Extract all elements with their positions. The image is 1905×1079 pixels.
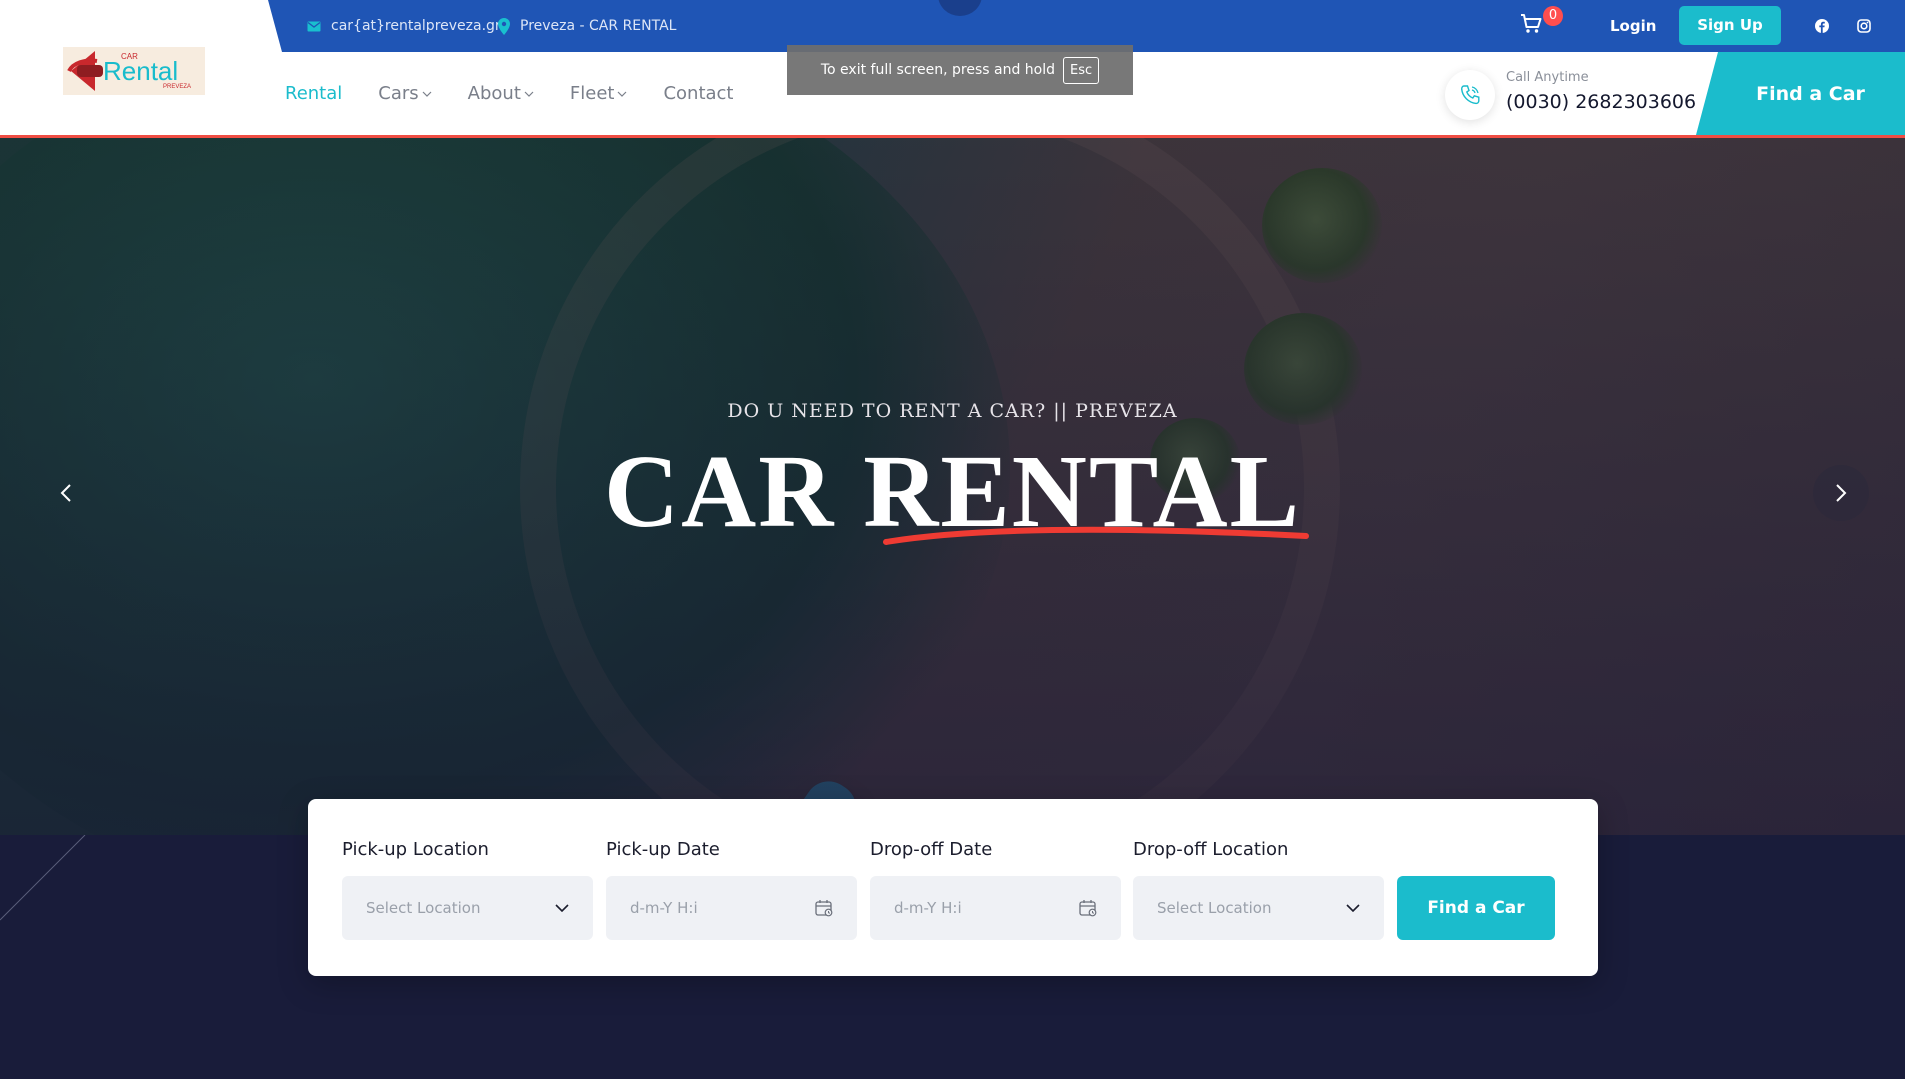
signup-button[interactable]: Sign Up <box>1679 6 1781 45</box>
calendar-icon <box>815 900 833 917</box>
dropoff-location-label: Drop-off Location <box>1133 839 1289 860</box>
pickup-location-select[interactable]: Select Location <box>342 876 593 940</box>
nav-item-fleet[interactable]: Fleet <box>570 83 628 104</box>
phone-icon <box>1460 85 1480 105</box>
dropoff-date-label: Drop-off Date <box>870 839 993 860</box>
calendar-icon <box>1079 900 1097 917</box>
instagram-icon <box>1857 19 1871 33</box>
instagram-link[interactable] <box>1853 15 1875 37</box>
chevron-down-icon <box>524 91 534 97</box>
nav-item-rental[interactable]: Rental <box>285 83 342 104</box>
esc-key-badge: Esc <box>1063 56 1100 84</box>
topbar-email-text: car{at}rentalpreveza.gr <box>331 18 501 34</box>
topbar-email[interactable]: car{at}rentalpreveza.gr <box>307 0 501 52</box>
decorative-line <box>0 835 86 921</box>
topbar-location-text: Preveza - CAR RENTAL <box>520 18 677 34</box>
call-phone-number[interactable]: (0030) 2682303606 <box>1506 91 1696 113</box>
dropoff-date-placeholder: d-m-Y H:i <box>894 899 962 917</box>
chevron-down-icon <box>1346 904 1360 912</box>
topbar-location[interactable]: Preveza - CAR RENTAL <box>498 0 676 52</box>
chevron-down-icon <box>555 904 569 912</box>
login-link[interactable]: Login <box>1610 0 1656 52</box>
hero-subtitle: DO U NEED TO RENT A CAR? || PREVEZA <box>727 400 1178 422</box>
pickup-location-label: Pick-up Location <box>342 839 489 860</box>
dropoff-date-input[interactable]: d-m-Y H:i <box>870 876 1121 940</box>
logo-backdrop <box>0 0 282 52</box>
find-car-submit-button[interactable]: Find a Car <box>1397 876 1555 940</box>
site-logo[interactable]: CAR Rental PREVEZA <box>63 47 205 95</box>
nav-item-label: About <box>467 83 521 104</box>
chevron-down-icon <box>618 91 627 97</box>
nav-item-label: Rental <box>285 83 343 104</box>
nav-item-label: Fleet <box>569 83 615 104</box>
location-pin-icon <box>498 17 510 35</box>
booking-form: Pick-up Location Select Location Pick-up… <box>308 799 1598 976</box>
chevron-down-icon <box>422 91 432 97</box>
cart-count-badge: 0 <box>1543 6 1563 26</box>
nav-item-cars[interactable]: Cars <box>378 83 432 104</box>
header-find-car-button[interactable]: Find a Car <box>1696 52 1905 135</box>
cart-icon <box>1521 14 1542 33</box>
dropoff-location-select[interactable]: Select Location <box>1133 876 1384 940</box>
fullscreen-toast-text: To exit full screen, press and hold <box>820 62 1055 78</box>
svg-text:Rental: Rental <box>103 56 178 86</box>
cart-button[interactable]: 0 <box>1520 6 1563 42</box>
svg-text:PREVEZA: PREVEZA <box>163 84 191 90</box>
call-anytime-label: Call Anytime <box>1506 70 1589 85</box>
nav-item-about[interactable]: About <box>468 83 534 104</box>
facebook-link[interactable] <box>1811 15 1833 37</box>
fullscreen-exit-toast: To exit full screen, press and hold Esc <box>787 45 1133 95</box>
pickup-date-placeholder: d-m-Y H:i <box>630 899 698 917</box>
pickup-location-placeholder: Select Location <box>366 899 481 917</box>
nav-item-label: Cars <box>378 83 419 104</box>
pickup-date-label: Pick-up Date <box>606 839 720 860</box>
pickup-date-input[interactable]: d-m-Y H:i <box>606 876 857 940</box>
main-nav: Rental Cars About Fleet Contact <box>285 52 769 135</box>
hero-title-underline <box>883 526 1309 545</box>
phone-icon-badge <box>1445 70 1495 120</box>
dropoff-location-placeholder: Select Location <box>1157 899 1272 917</box>
nav-item-contact[interactable]: Contact <box>663 83 733 104</box>
nav-item-label: Contact <box>663 83 734 104</box>
mail-icon <box>307 21 321 31</box>
facebook-icon <box>1815 19 1829 33</box>
